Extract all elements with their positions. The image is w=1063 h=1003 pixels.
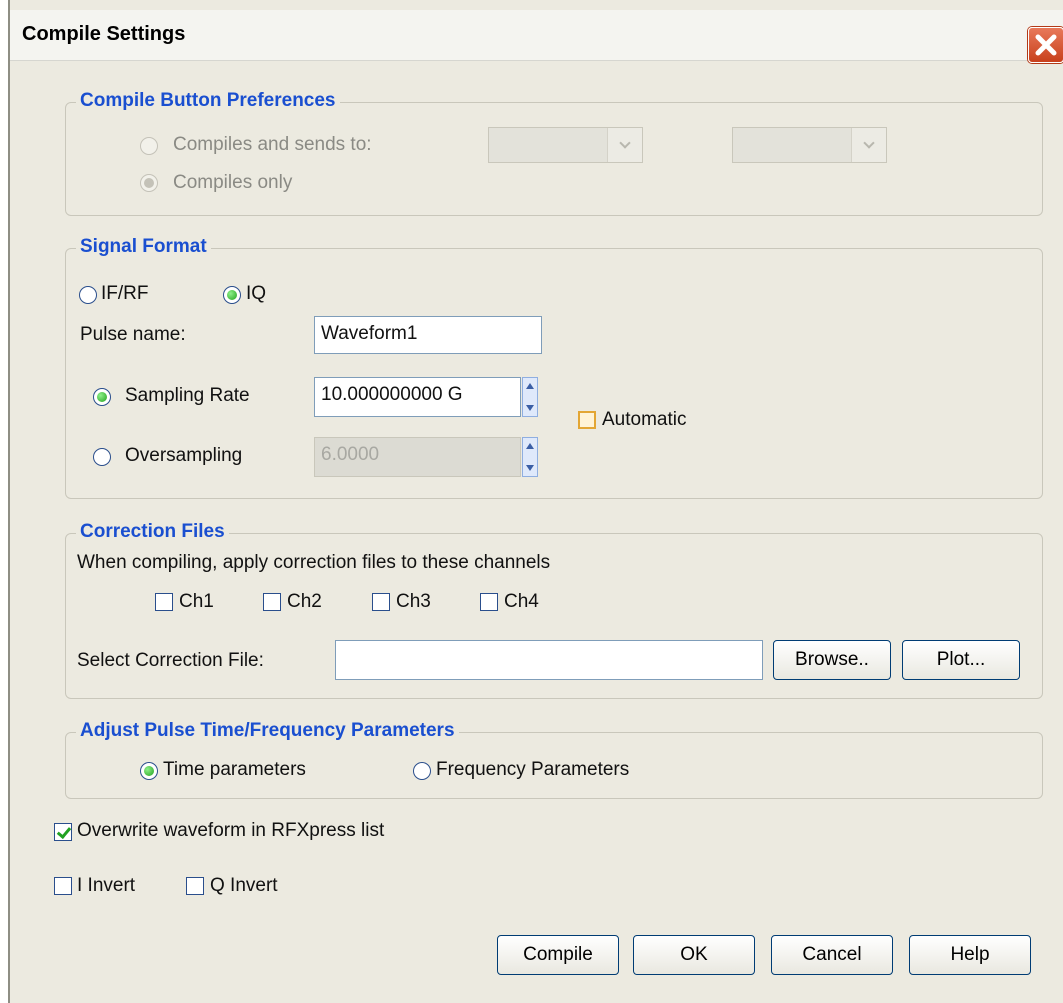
help-button[interactable]: Help (909, 935, 1031, 975)
spin-up-icon (526, 383, 534, 389)
q-invert-label: Q Invert (210, 875, 278, 896)
ch4-label: Ch4 (504, 591, 539, 612)
frequency-parameters-label: Frequency Parameters (436, 759, 630, 780)
overwrite-waveform-checkbox[interactable] (54, 823, 72, 841)
iq-radio[interactable] (223, 286, 241, 304)
browse-button[interactable]: Browse.. (773, 640, 891, 680)
q-invert-checkbox[interactable] (186, 877, 204, 895)
ch4-checkbox[interactable] (480, 593, 498, 611)
title-bar[interactable]: Compile Settings (10, 10, 1063, 63)
ch1-label: Ch1 (179, 591, 214, 612)
correction-files-legend: Correction Files (76, 521, 229, 543)
oversampling-radio[interactable] (93, 448, 111, 466)
ch1-checkbox[interactable] (155, 593, 173, 611)
sampling-rate-radio[interactable] (93, 388, 111, 406)
ch2-checkbox[interactable] (263, 593, 281, 611)
pulse-name-label: Pulse name: (80, 324, 186, 345)
compiles-only-radio[interactable] (140, 174, 158, 192)
time-parameters-label: Time parameters (163, 759, 306, 780)
overwrite-waveform-label: Overwrite waveform in RFXpress list (77, 820, 385, 841)
ok-button[interactable]: OK (633, 935, 755, 975)
compile-button[interactable]: Compile (497, 935, 619, 975)
ch3-checkbox[interactable] (372, 593, 390, 611)
oversampling-spinner[interactable] (522, 437, 538, 477)
correction-file-input[interactable] (335, 640, 763, 680)
sampling-rate-label: Sampling Rate (125, 385, 250, 406)
compile-prefs-legend: Compile Button Preferences (76, 90, 340, 112)
sampling-rate-input[interactable]: 10.000000000 G (314, 377, 521, 417)
oversampling-label: Oversampling (125, 445, 243, 466)
sampling-rate-spinner[interactable] (522, 377, 538, 417)
spin-down-icon (526, 405, 534, 411)
compiles-and-sends-label: Compiles and sends to: (173, 134, 372, 155)
oversampling-input[interactable]: 6.0000 (314, 437, 521, 477)
target-channel-combo[interactable] (732, 127, 887, 163)
signal-format-legend: Signal Format (76, 236, 211, 258)
window-title: Compile Settings (22, 23, 186, 45)
adjust-params-legend: Adjust Pulse Time/Frequency Parameters (76, 720, 459, 742)
ifrf-radio[interactable] (79, 286, 97, 304)
ch3-label: Ch3 (396, 591, 431, 612)
automatic-label: Automatic (602, 409, 687, 430)
target-instrument-combo[interactable] (488, 127, 643, 163)
automatic-checkbox[interactable] (578, 411, 596, 429)
spin-up-icon (526, 443, 534, 449)
close-icon (1035, 34, 1057, 56)
i-invert-label: I Invert (77, 875, 136, 896)
cancel-button[interactable]: Cancel (771, 935, 893, 975)
i-invert-checkbox[interactable] (54, 877, 72, 895)
compiles-and-sends-radio[interactable] (140, 137, 158, 155)
compiles-only-label: Compiles only (173, 172, 293, 193)
correction-description: When compiling, apply correction files t… (77, 552, 551, 573)
chevron-down-icon (607, 128, 642, 162)
spin-down-icon (526, 465, 534, 471)
select-correction-label: Select Correction File: (77, 650, 264, 671)
chevron-down-icon (851, 128, 886, 162)
ch2-label: Ch2 (287, 591, 322, 612)
pulse-name-input[interactable]: Waveform1 (314, 316, 542, 354)
frequency-parameters-radio[interactable] (413, 762, 431, 780)
time-parameters-radio[interactable] (140, 762, 158, 780)
ifrf-label: IF/RF (101, 283, 149, 304)
close-button[interactable] (1028, 27, 1063, 63)
iq-label: IQ (246, 283, 267, 304)
compile-settings-dialog: Compile Settings Compile Button Preferen… (8, 0, 1063, 1003)
plot-button[interactable]: Plot... (902, 640, 1020, 680)
